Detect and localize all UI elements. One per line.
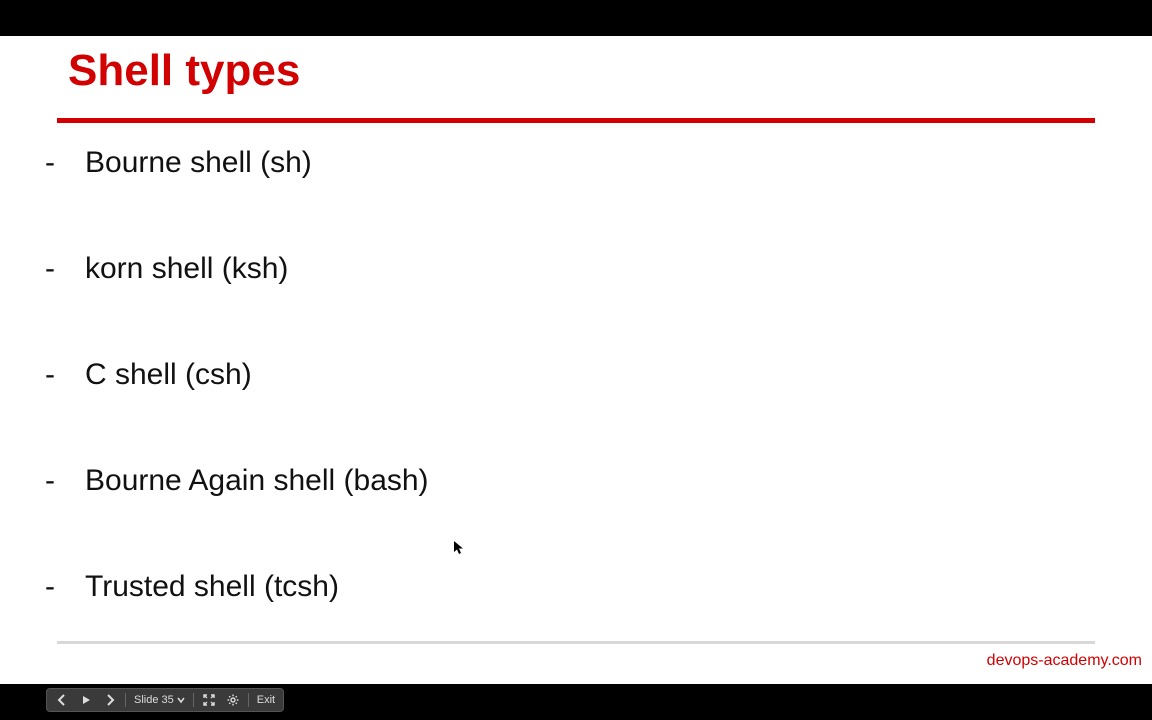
slide-number-label: Slide 35 xyxy=(134,694,174,706)
gear-icon xyxy=(227,694,239,706)
fullscreen-toggle-button[interactable] xyxy=(200,691,218,709)
bullet-dash: - xyxy=(45,570,85,604)
list-item: - korn shell (ksh) xyxy=(45,252,1092,286)
list-item: - C shell (csh) xyxy=(45,358,1092,392)
bullet-text: Trusted shell (tcsh) xyxy=(85,570,339,604)
bullet-text: C shell (csh) xyxy=(85,358,252,392)
bullet-dash: - xyxy=(45,146,85,180)
footer-url: devops-academy.com xyxy=(987,652,1142,670)
presentation-toolbar: Slide 35 Exit xyxy=(46,688,284,712)
list-item: - Bourne Again shell (bash) xyxy=(45,464,1092,498)
slide-canvas: Shell types - Bourne shell (sh) - korn s… xyxy=(0,36,1152,684)
bullet-dash: - xyxy=(45,464,85,498)
bullet-text: korn shell (ksh) xyxy=(85,252,288,286)
bullet-dash: - xyxy=(45,358,85,392)
prev-slide-button[interactable] xyxy=(53,691,71,709)
next-slide-button[interactable] xyxy=(101,691,119,709)
toolbar-separator xyxy=(248,693,249,707)
title-underline xyxy=(57,118,1095,123)
slide-number-dropdown[interactable]: Slide 35 xyxy=(132,694,187,706)
toolbar-separator xyxy=(193,693,194,707)
window-top-bar xyxy=(0,0,1152,36)
slide-content: - Bourne shell (sh) - korn shell (ksh) -… xyxy=(45,146,1092,676)
slide-title: Shell types xyxy=(68,46,300,96)
settings-button[interactable] xyxy=(224,691,242,709)
list-item: - Trusted shell (tcsh) xyxy=(45,570,1092,604)
exit-button[interactable]: Exit xyxy=(255,694,277,706)
bullet-dash: - xyxy=(45,252,85,286)
list-item: - Bourne shell (sh) xyxy=(45,146,1092,180)
toolbar-separator xyxy=(125,693,126,707)
chevron-down-icon xyxy=(177,696,185,704)
bullet-text: Bourne Again shell (bash) xyxy=(85,464,429,498)
bullet-text: Bourne shell (sh) xyxy=(85,146,312,180)
play-button[interactable] xyxy=(77,691,95,709)
footer-divider xyxy=(57,641,1095,644)
